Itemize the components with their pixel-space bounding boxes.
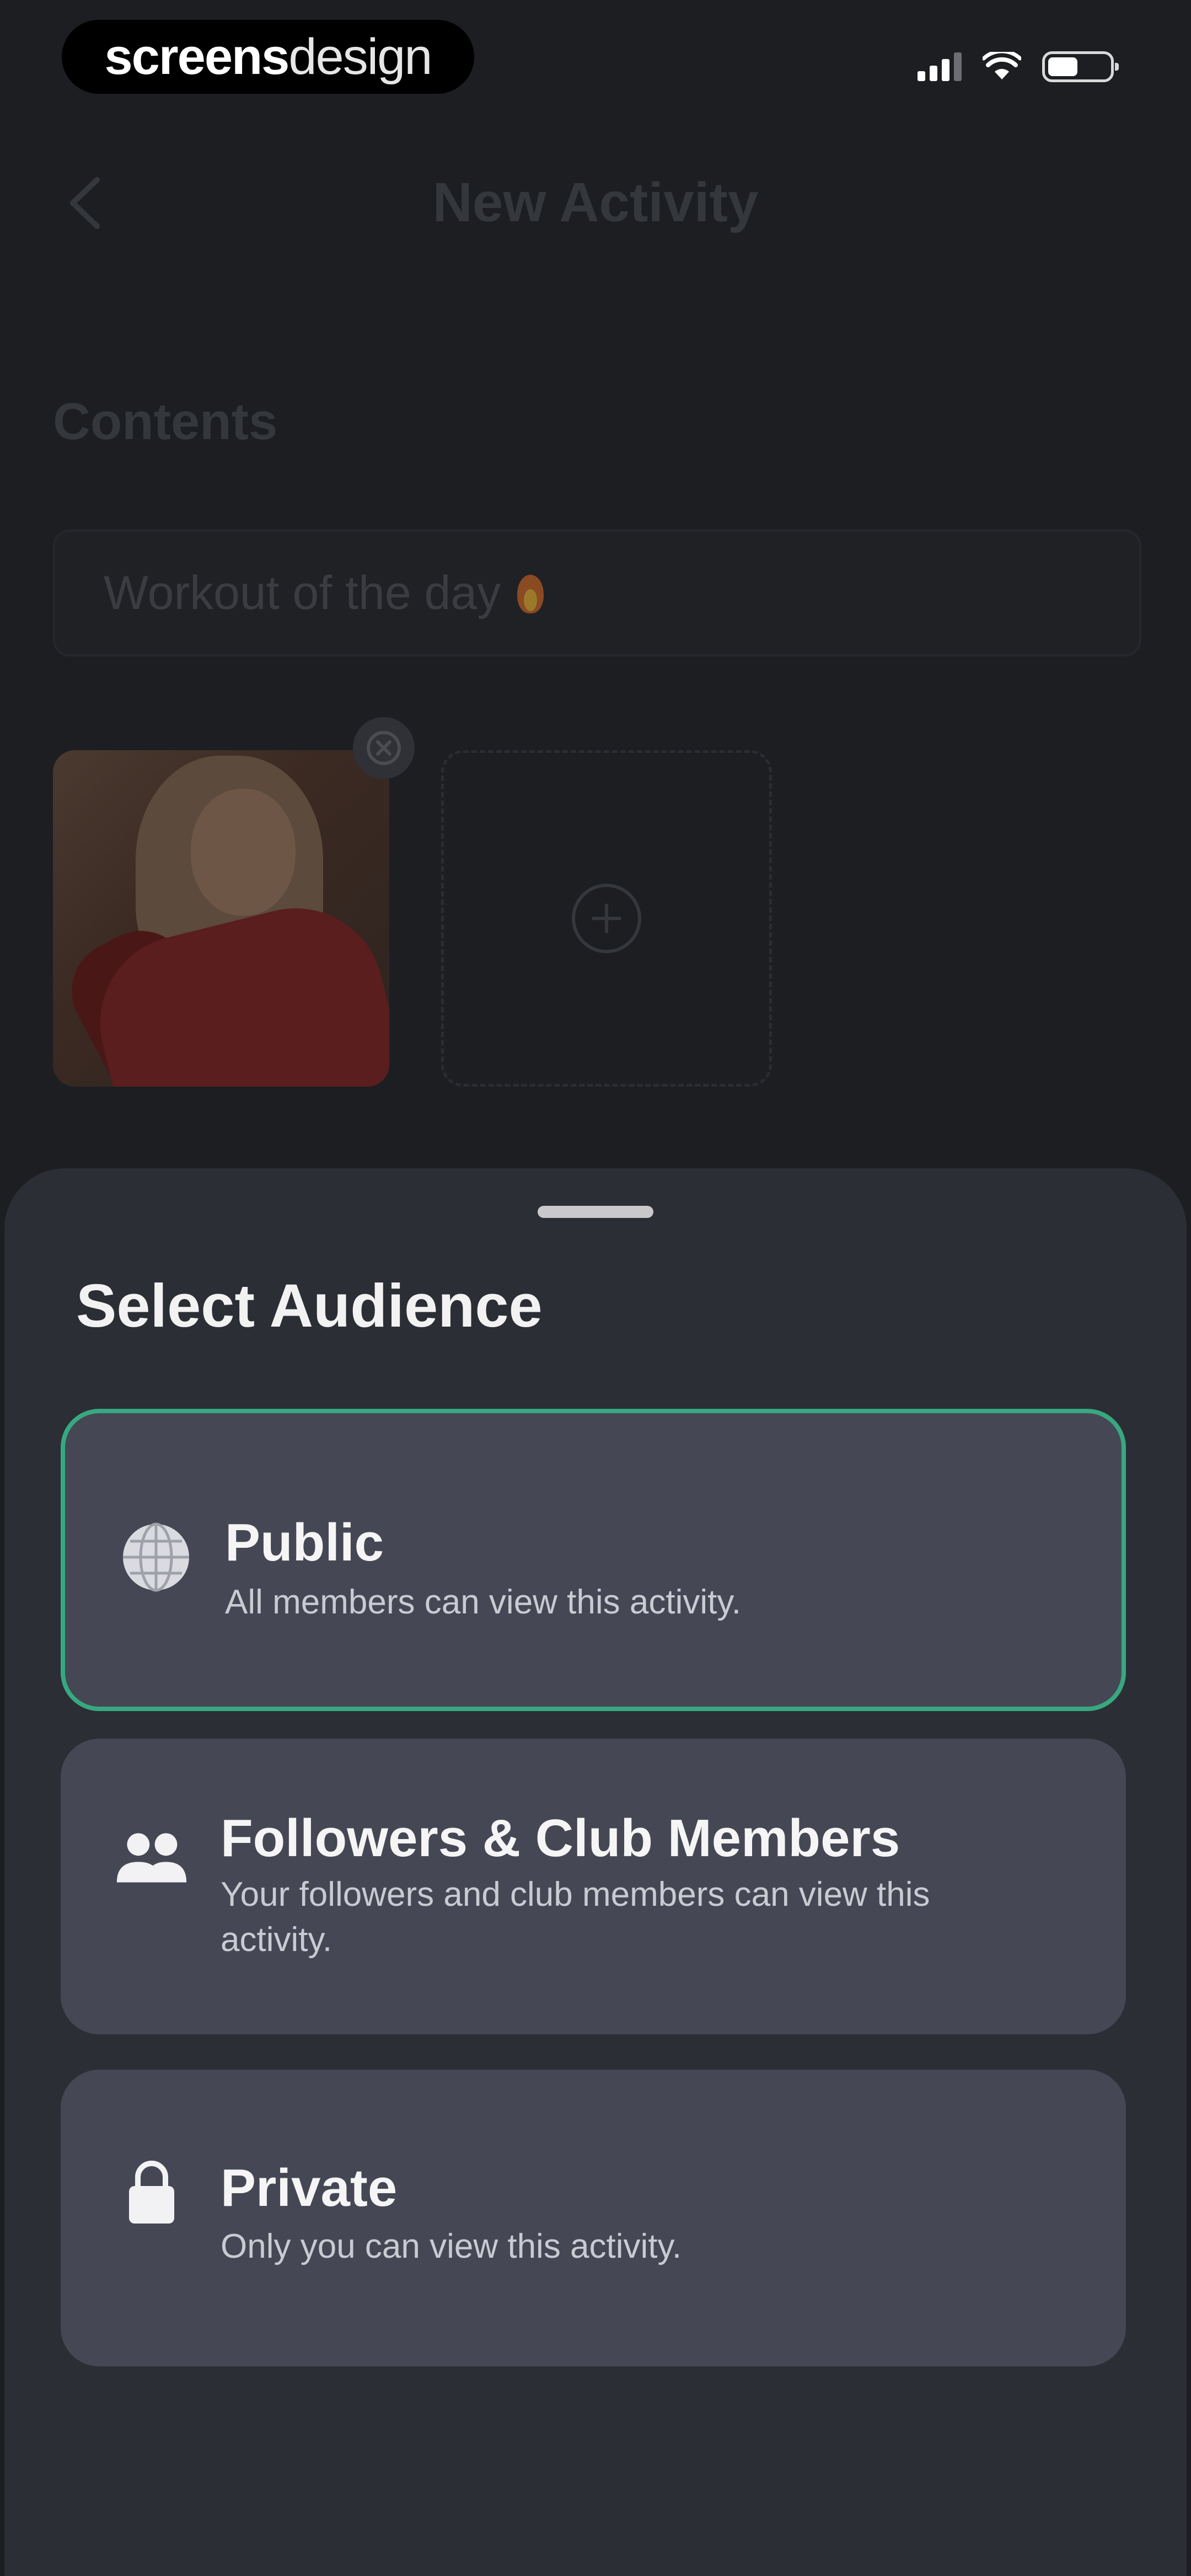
add-photo-tile[interactable] — [441, 750, 772, 1087]
contents-heading: Contents — [53, 392, 278, 450]
screen: New Activity Contents Workout of the day — [0, 0, 1191, 2576]
audience-option-public[interactable]: Public All members can view this activit… — [61, 1409, 1126, 1711]
signal-icon — [918, 52, 962, 81]
lock-icon — [116, 2156, 187, 2227]
remove-photo-button[interactable] — [353, 717, 415, 779]
audience-option-private[interactable]: Private Only you can view this activity. — [61, 2070, 1126, 2366]
option-label: Private — [221, 2158, 398, 2217]
globe-icon — [120, 1521, 192, 1593]
screensdesign-watermark: screens design — [62, 20, 474, 94]
audience-option-followers[interactable]: Followers & Club Members Your followers … — [61, 1739, 1126, 2034]
photo-thumbnail[interactable] — [53, 750, 389, 1087]
wifi-icon — [983, 52, 1021, 79]
page-title: New Activity — [432, 172, 759, 233]
option-description: Your followers and club members can view… — [221, 1875, 930, 1959]
sheet-title: Select Audience — [76, 1272, 543, 1340]
option-description: Only you can view this activity. — [221, 2227, 682, 2265]
option-label: Followers & Club Members — [221, 1809, 900, 1868]
option-label: Public — [225, 1513, 384, 1572]
battery-icon — [1042, 51, 1119, 82]
content-input[interactable]: Workout of the day — [53, 530, 1141, 656]
people-icon — [116, 1821, 187, 1893]
fire-icon — [514, 571, 547, 614]
remove-icon — [367, 731, 401, 765]
sheet-grabber[interactable] — [538, 1206, 653, 1218]
option-description: All members can view this activity. — [225, 1583, 741, 1621]
status-icons — [918, 47, 1119, 86]
content-input-value: Workout of the day — [104, 566, 501, 619]
add-circle-icon — [572, 884, 641, 953]
